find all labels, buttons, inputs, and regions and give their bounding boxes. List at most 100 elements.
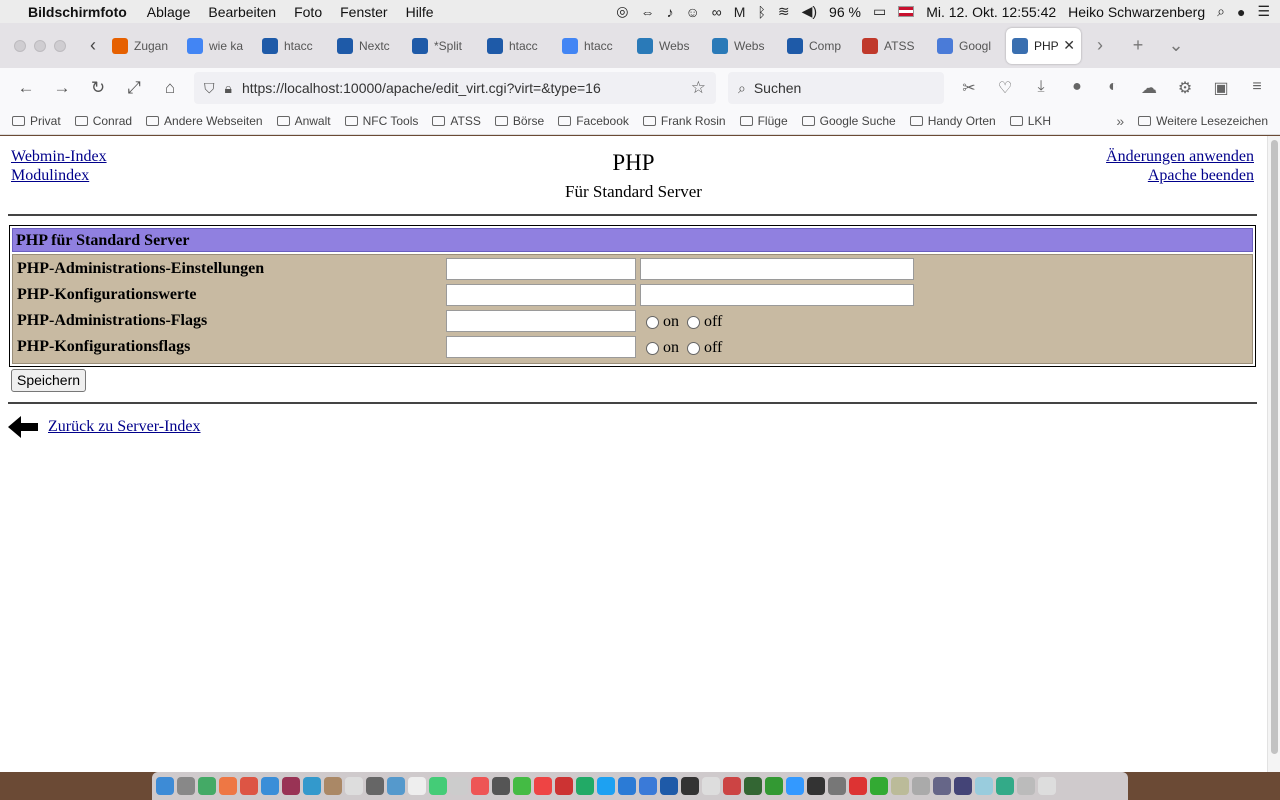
extension-icon[interactable]: ● [1066, 78, 1088, 98]
battery-icon[interactable]: ▭ [873, 3, 886, 20]
fullscreen-icon[interactable]: ⤢ [116, 78, 152, 98]
dock-app-icon[interactable] [345, 777, 363, 795]
tab-4[interactable]: *Split [406, 28, 481, 64]
dock-app-icon[interactable] [975, 777, 993, 795]
tab-scroll-left-icon[interactable]: ‹ [80, 35, 106, 56]
menubar-clock[interactable]: Mi. 12. Okt. 12:55:42 [926, 4, 1056, 20]
dock-app-icon[interactable] [933, 777, 951, 795]
bluetooth-icon[interactable]: ᛒ [757, 4, 765, 20]
tab-11[interactable]: Googl [931, 28, 1006, 64]
reload-button[interactable]: ↻ [80, 78, 116, 98]
spotlight-search-icon[interactable]: ⌕ [1217, 3, 1225, 20]
dock-app-icon[interactable] [366, 777, 384, 795]
setting-name-input[interactable] [446, 336, 636, 358]
dock-app-icon[interactable] [786, 777, 804, 795]
bookmark-folder[interactable]: Google Suche [801, 114, 896, 128]
settings-gear-icon[interactable]: ⚙ [1174, 78, 1196, 98]
dock-app-icon[interactable] [261, 777, 279, 795]
dock-app-icon[interactable] [597, 777, 615, 795]
bookmark-folder[interactable]: Anwalt [276, 114, 331, 128]
lock-icon[interactable]: 🔒︎ [225, 80, 232, 97]
dock-app-icon[interactable] [555, 777, 573, 795]
save-button[interactable]: Speichern [11, 369, 87, 392]
dock-app-icon[interactable] [954, 777, 972, 795]
tab-5[interactable]: htacc [481, 28, 556, 64]
microphone-icon[interactable]: ♪ [667, 4, 674, 20]
dock-app-icon[interactable] [681, 777, 699, 795]
stop-apache-link[interactable]: Apache beenden [1148, 167, 1254, 184]
austria-flag-icon[interactable] [898, 6, 915, 17]
back-to-server-index-link[interactable]: Zurück zu Server-Index [48, 418, 201, 436]
dock-app-icon[interactable] [219, 777, 237, 795]
cloud-icon[interactable]: ☁ [1138, 78, 1160, 98]
globe-icon[interactable]: ◎ [616, 3, 628, 20]
url-text[interactable]: https://localhost:10000/apache/edit_virt… [242, 80, 601, 96]
malwarebytes-icon[interactable]: M [734, 4, 746, 20]
pocket-icon[interactable]: ♡ [994, 78, 1016, 98]
scrollbar-thumb[interactable] [1271, 140, 1278, 754]
bookmark-folder[interactable]: Börse [494, 114, 544, 128]
dock-app-icon[interactable] [513, 777, 531, 795]
binoculars-icon[interactable]: ∞ [712, 4, 722, 20]
radio-circle[interactable] [687, 341, 700, 355]
dock-app-icon[interactable] [282, 777, 300, 795]
setting-name-input[interactable] [446, 284, 636, 306]
screenshot-icon[interactable]: ✂ [958, 78, 980, 98]
apply-changes-link[interactable]: Änderungen anwenden [1106, 148, 1254, 165]
downloads-icon[interactable]: ⤓ [1030, 78, 1052, 98]
accessibility-icon[interactable]: ☺ [686, 4, 700, 20]
dock-app-icon[interactable] [891, 777, 909, 795]
control-center-icon[interactable]: ☰ [1257, 3, 1270, 20]
dock-app-icon[interactable] [240, 777, 258, 795]
bookmark-folder[interactable]: Conrad [74, 114, 132, 128]
dock-app-icon[interactable] [1038, 777, 1056, 795]
dock-app-icon[interactable] [156, 777, 174, 795]
bookmark-folder[interactable]: Facebook [558, 114, 629, 128]
menubar-app-name[interactable]: Bildschirmfoto [28, 4, 127, 20]
menu-foto[interactable]: Foto [294, 4, 322, 20]
new-tab-icon[interactable]: + [1119, 35, 1157, 56]
tab-3[interactable]: Nextc [331, 28, 406, 64]
left-arrow-icon[interactable] [8, 414, 38, 440]
battery-percent[interactable]: 96 % [829, 4, 861, 20]
tab-7[interactable]: Webs [631, 28, 706, 64]
bookmark-star-icon[interactable]: ☆ [691, 78, 706, 98]
shield-icon[interactable]: ⛉ [204, 80, 215, 97]
dock-app-icon[interactable] [765, 777, 783, 795]
flag-off-radio[interactable]: off [687, 339, 722, 357]
dock-app-icon[interactable] [618, 777, 636, 795]
dock-app-icon[interactable] [492, 777, 510, 795]
dock-app-icon[interactable] [198, 777, 216, 795]
tab-2[interactable]: htacc [256, 28, 331, 64]
dock-app-icon[interactable] [996, 777, 1014, 795]
dock-app-icon[interactable] [471, 777, 489, 795]
setting-value-input[interactable] [640, 258, 914, 280]
radio-circle[interactable] [646, 315, 659, 329]
dock-app-icon[interactable] [429, 777, 447, 795]
teamviewer-icon[interactable]: ⇔ [641, 4, 655, 20]
dock-app-icon[interactable] [639, 777, 657, 795]
tab-12[interactable]: PHP ✕ [1006, 27, 1081, 64]
setting-name-input[interactable] [446, 310, 636, 332]
bookmark-folder[interactable]: Andere Webseiten [146, 114, 263, 128]
bookmark-folder[interactable]: Handy Orten [909, 114, 996, 128]
tab-1[interactable]: wie ka [181, 28, 256, 64]
search-placeholder[interactable]: Suchen [754, 80, 801, 96]
flag-on-radio[interactable]: on [646, 313, 679, 331]
url-bar[interactable]: ⛉ 🔒︎ https://localhost:10000/apache/edit… [194, 72, 716, 104]
bookmarks-overflow-icon[interactable]: » [1116, 113, 1124, 129]
menu-ablage[interactable]: Ablage [147, 4, 191, 20]
bookmark-folder[interactable]: Frank Rosin [642, 114, 726, 128]
search-bar[interactable]: ⌕ Suchen [728, 72, 944, 104]
list-all-tabs-icon[interactable]: ⌄ [1157, 35, 1195, 56]
volume-icon[interactable]: ◀) [802, 3, 817, 20]
tab-0[interactable]: Zugan [106, 28, 181, 64]
menu-fenster[interactable]: Fenster [340, 4, 387, 20]
dock-app-icon[interactable] [576, 777, 594, 795]
forward-button[interactable]: → [44, 78, 80, 98]
dock-app-icon[interactable] [387, 777, 405, 795]
dock-app-icon[interactable] [912, 777, 930, 795]
other-bookmarks-folder[interactable]: Weitere Lesezeichen [1138, 114, 1268, 128]
bookmark-folder[interactable]: NFC Tools [344, 114, 418, 128]
dock-app-icon[interactable] [723, 777, 741, 795]
